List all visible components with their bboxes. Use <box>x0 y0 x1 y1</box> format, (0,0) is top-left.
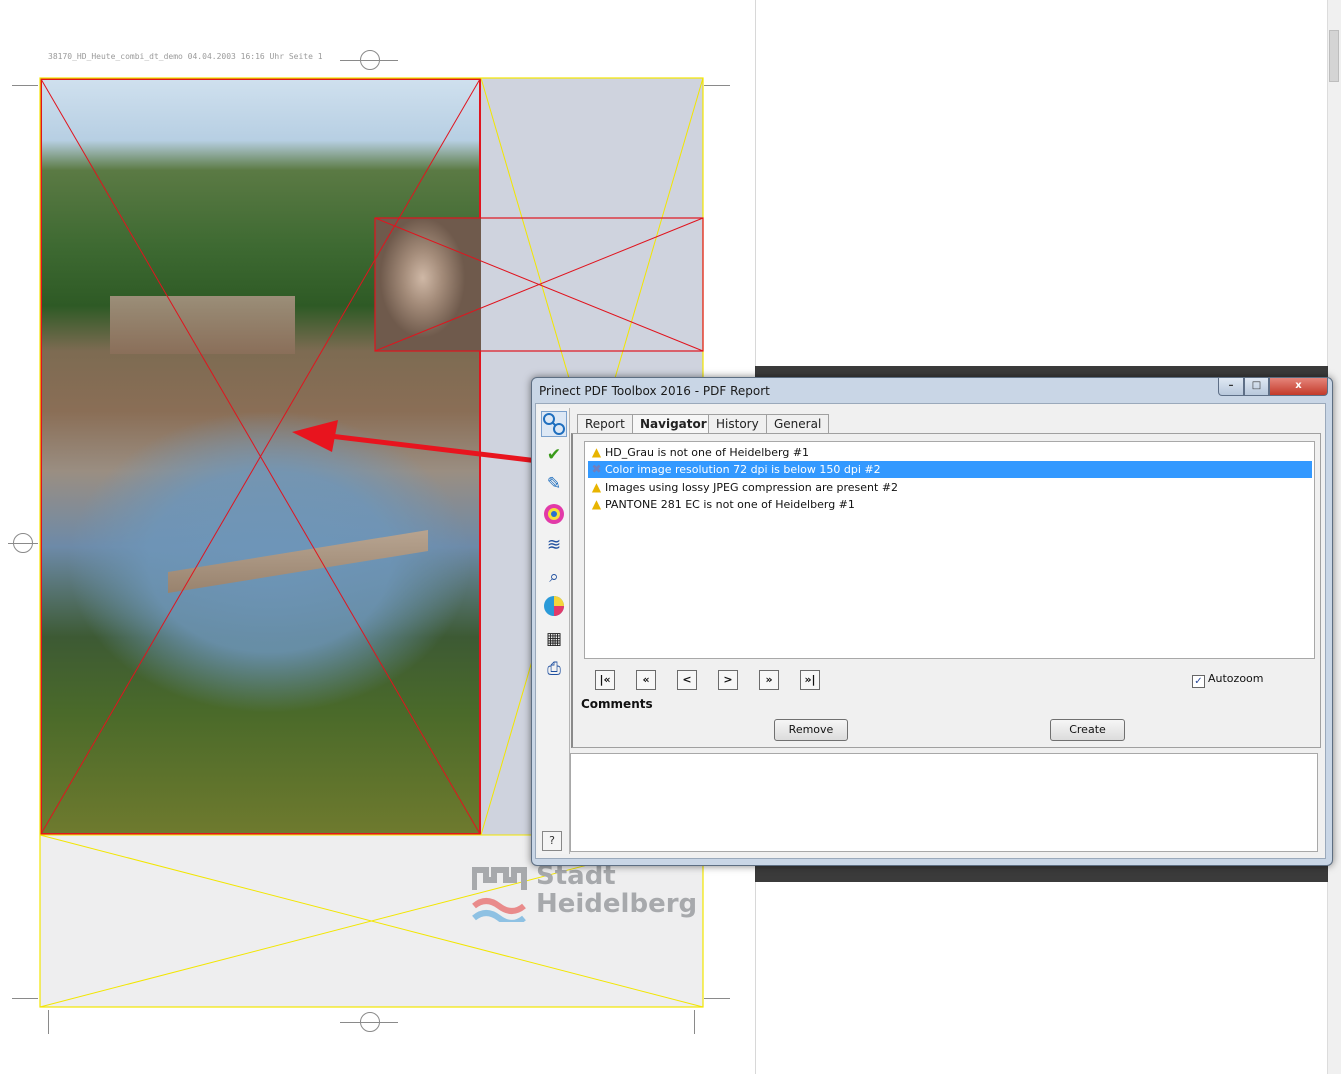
next-page-button[interactable]: » <box>759 670 779 690</box>
tab-general[interactable]: General <box>766 414 830 434</box>
close-button[interactable]: x <box>1269 378 1328 396</box>
grid-icon[interactable]: ▦ <box>541 626 567 652</box>
tool-sidebar: ✔ ✎ ≋ ⌕ ▦ ⎙ <box>538 408 570 854</box>
list-item[interactable]: ▲ PANTONE 281 EC is not one of Heidelberg… <box>588 496 1312 513</box>
color-wheel-icon[interactable] <box>541 502 567 528</box>
comment-input[interactable] <box>570 753 1318 852</box>
list-item-selected[interactable]: ✖ Color image resolution 72 dpi is below … <box>588 461 1312 478</box>
tab-report[interactable]: Report <box>577 414 633 434</box>
dialog-title: Prinect PDF Toolbox 2016 - PDF Report <box>539 384 770 398</box>
results-list[interactable]: ▲ HD_Grau is not one of Heidelberg #1 ✖ Co… <box>584 441 1315 659</box>
last-item-button[interactable]: »| <box>800 670 820 690</box>
previous-item-button[interactable]: < <box>677 670 697 690</box>
list-item[interactable]: ▲ Images using lossy JPEG compression are… <box>588 479 1312 496</box>
next-item-button[interactable]: > <box>718 670 738 690</box>
warning-icon: ▲ <box>591 497 602 511</box>
layers-icon[interactable]: ≋ <box>541 532 567 558</box>
stadt-logo-icon <box>472 867 527 922</box>
warning-icon: ▲ <box>591 445 602 459</box>
fix-icon[interactable]: ✎ <box>541 471 567 497</box>
stadt-logo-text: Stadt Heidelberg <box>536 861 698 919</box>
previous-page-button[interactable]: « <box>636 670 656 690</box>
remove-button[interactable]: Remove <box>774 719 848 741</box>
comments-label: Comments <box>581 697 653 711</box>
list-item[interactable]: ▲ HD_Grau is not one of Heidelberg #1 <box>588 444 1312 461</box>
help-button[interactable]: ? <box>542 831 562 851</box>
error-icon: ✖ <box>591 462 602 476</box>
check-icon[interactable]: ✔ <box>541 442 567 468</box>
scrollbar-thumb[interactable] <box>1329 30 1339 82</box>
tab-navigator[interactable]: Navigator <box>632 414 715 435</box>
preview-icon[interactable]: ⎙ <box>541 656 567 682</box>
autozoom-toggle[interactable]: ✓ Autozoom <box>1192 672 1264 688</box>
minimize-button[interactable]: – <box>1218 378 1244 396</box>
maximize-button[interactable]: □ <box>1244 378 1269 396</box>
first-item-button[interactable]: |« <box>595 670 615 690</box>
warning-icon: ▲ <box>591 480 602 494</box>
inspect-icon[interactable]: ⌕ <box>541 564 567 590</box>
autozoom-checkbox[interactable]: ✓ <box>1192 675 1205 688</box>
separation-icon[interactable] <box>541 594 567 620</box>
navigator-icon[interactable] <box>541 411 567 437</box>
tab-history[interactable]: History <box>708 414 767 434</box>
create-button[interactable]: Create <box>1050 719 1125 741</box>
